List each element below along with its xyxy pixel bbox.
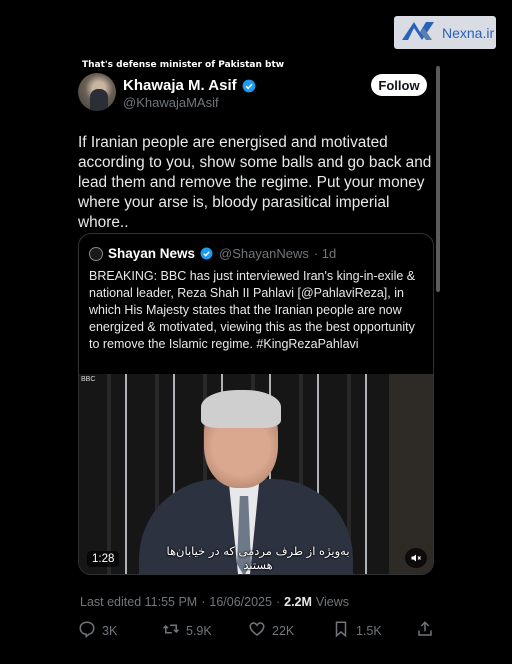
avatar[interactable] bbox=[78, 73, 116, 111]
share-icon bbox=[416, 620, 434, 641]
share-button[interactable] bbox=[416, 620, 434, 641]
bookmark-button[interactable]: 1.5K bbox=[332, 620, 382, 641]
meta-separator: · bbox=[201, 595, 206, 609]
reply-count: 3K bbox=[102, 623, 118, 638]
channel-tag: BBC bbox=[81, 376, 96, 383]
mute-icon[interactable] bbox=[405, 548, 427, 568]
repost-button[interactable]: 5.9K bbox=[162, 620, 212, 641]
tweet-date: 16/06/2025 bbox=[209, 595, 272, 609]
views-label: Views bbox=[315, 595, 350, 609]
quote-text: BREAKING: BBC has just interviewed Iran'… bbox=[89, 269, 416, 351]
last-edited[interactable]: Last edited 11:55 PM bbox=[80, 595, 197, 609]
tweet-text: If Iranian people are energised and moti… bbox=[78, 134, 432, 231]
reply-button[interactable]: 3K bbox=[78, 620, 117, 641]
shayan-news-avatar[interactable] bbox=[89, 246, 103, 261]
reply-icon bbox=[78, 620, 96, 641]
repost-count: 5.9K bbox=[186, 623, 212, 638]
like-button[interactable]: 22K bbox=[248, 620, 294, 641]
views-count: 2.2M bbox=[284, 595, 312, 609]
video-duration: 1:28 bbox=[87, 551, 120, 567]
nexna-logo-icon bbox=[400, 18, 436, 47]
quoted-tweet[interactable]: Shayan News @ShayanNews · 1d BREAKING: B… bbox=[78, 233, 434, 575]
bookmark-count: 1.5K bbox=[356, 623, 382, 638]
heart-icon bbox=[248, 620, 266, 641]
bookmark-icon bbox=[332, 620, 350, 641]
verified-badge-icon bbox=[242, 79, 256, 93]
tweet-meta: Last edited 11:55 PM · 16/06/2025 · 2.2M… bbox=[80, 595, 349, 609]
watermark-text: Nexna.ir bbox=[442, 24, 495, 41]
video-subtitle: به‌ویژه از طرف مردمی که در خیابان‌ها هست… bbox=[166, 544, 350, 572]
author-handle[interactable]: @KhawajaMAsif bbox=[123, 95, 219, 110]
repost-icon bbox=[162, 620, 180, 641]
nexna-watermark: Nexna.ir bbox=[394, 16, 496, 49]
author-name[interactable]: Khawaja M. Asif bbox=[123, 77, 237, 94]
quote-time: · 1d bbox=[313, 246, 337, 261]
action-bar: 3K 5.9K 22K 1.5K bbox=[78, 620, 438, 644]
meta-separator: · bbox=[275, 595, 281, 609]
quote-author-name[interactable]: Shayan News bbox=[108, 246, 195, 261]
post-caption: That's defense minister of Pakistan btw bbox=[82, 60, 285, 70]
video-player[interactable]: BBC به‌ویژه از طرف مردمی که در خیابان‌ها… bbox=[79, 374, 433, 574]
verified-badge-icon bbox=[200, 247, 214, 261]
follow-button[interactable]: Follow bbox=[371, 74, 427, 96]
like-count: 22K bbox=[272, 623, 295, 638]
quote-author-handle[interactable]: @ShayanNews bbox=[219, 246, 309, 261]
